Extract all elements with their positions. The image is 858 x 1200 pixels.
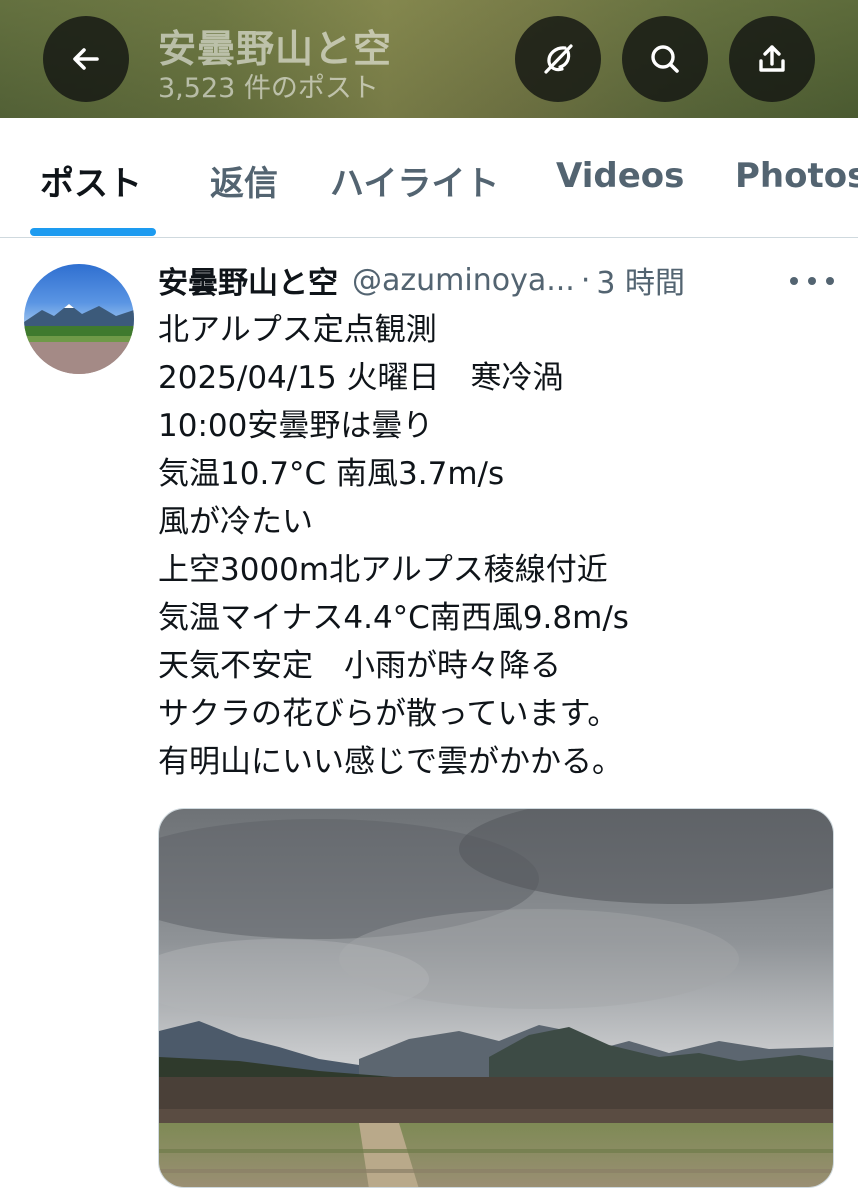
post-text-line: 天気不安定 小雨が時々降る (158, 648, 561, 684)
post-text-line: 有明山にいい感じで雲がかかる。 (158, 744, 623, 780)
post-text-line: 気温10.7°C 南風3.7m/s (158, 456, 505, 492)
author-name[interactable]: 安曇野山と空 (158, 258, 338, 302)
arrow-left-icon (73, 48, 99, 70)
grok-button[interactable] (515, 16, 601, 102)
post-timestamp[interactable]: 3 時間 (596, 258, 685, 302)
post-text-line: サクラの花びらが散っています。 (158, 696, 619, 732)
share-button[interactable] (729, 16, 815, 102)
tab-highlights[interactable]: ハイライト (330, 156, 499, 205)
avatar-image (24, 304, 134, 374)
profile-header: 安曇野山と空 3,523 件のポスト (0, 0, 858, 118)
active-tab-indicator (30, 228, 156, 236)
post-text: 北アルプス定点観測 2025/04/15 火曜日 寒冷渦 10:00安曇野は曇り… (158, 306, 838, 786)
post-photo[interactable] (158, 808, 834, 1188)
profile-title: 安曇野山と空 (158, 27, 393, 71)
tab-posts[interactable]: ポスト (40, 156, 142, 205)
back-button[interactable] (43, 16, 129, 102)
author-handle[interactable]: @azuminoya... (352, 263, 575, 298)
post-text-line: 2025/04/15 火曜日 寒冷渦 (158, 360, 564, 396)
post-text-line: 上空3000m北アルプス稜線付近 (158, 552, 608, 588)
tab-photos[interactable]: Photos (735, 156, 858, 196)
tab-videos[interactable]: Videos (556, 156, 684, 196)
avatar[interactable] (24, 264, 134, 374)
tab-replies[interactable]: 返信 (210, 156, 278, 205)
post-meta: 安曇野山と空 @azuminoya... · 3 時間 (158, 258, 685, 302)
meta-separator: · (580, 262, 591, 298)
search-icon (651, 45, 679, 73)
profile-tabs: ポスト 返信 ハイライト Videos Photos (0, 118, 858, 238)
more-horizontal-icon (790, 277, 798, 285)
grok-icon (544, 44, 573, 74)
post-text-line: 風が冷たい (158, 504, 313, 540)
search-button[interactable] (622, 16, 708, 102)
share-icon (759, 45, 785, 72)
more-options-button[interactable] (790, 268, 834, 294)
post-text-line: 気温マイナス4.4°C南西風9.8m/s (158, 600, 629, 636)
landscape-photo (159, 809, 833, 1187)
post-text-line: 10:00安曇野は曇り (158, 408, 434, 444)
post-text-line: 北アルプス定点観測 (158, 312, 437, 348)
post-count: 3,523 件のポスト (158, 73, 379, 104)
